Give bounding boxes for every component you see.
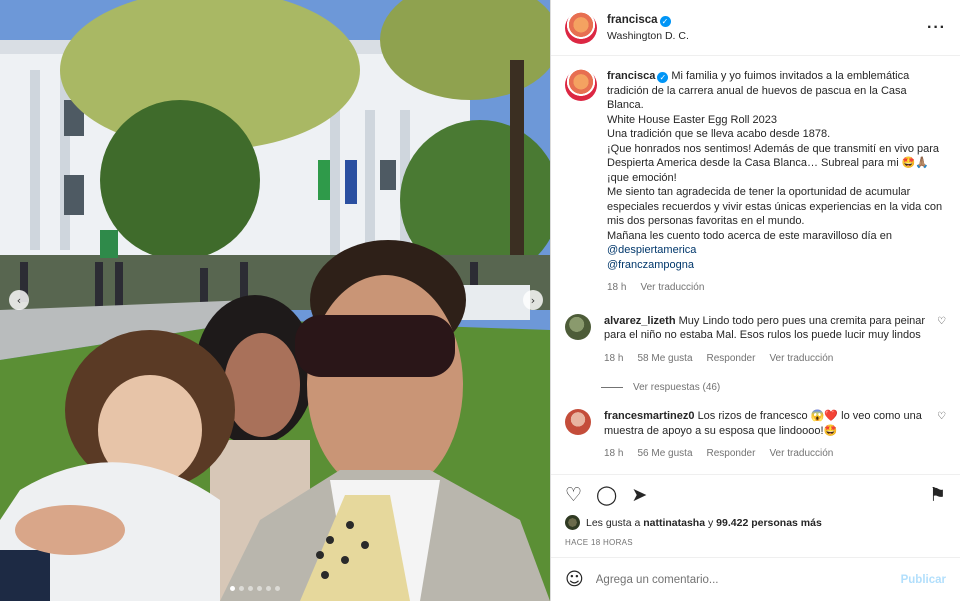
comment-likes[interactable]: 56 Me gusta xyxy=(637,447,692,462)
comment-like-heart-icon[interactable]: ♡ xyxy=(937,316,946,327)
mention-link[interactable]: @franczampogna xyxy=(607,258,946,273)
caption-line: Me siento tan agradecida de tener la opo… xyxy=(607,186,943,227)
post-location[interactable]: Washington D. C. xyxy=(607,30,927,42)
verified-badge-icon: ✓ xyxy=(657,72,669,83)
caption-line: Una tradición que se lleva acabo desde 1… xyxy=(607,128,831,140)
comment-time[interactable]: 18 h xyxy=(604,447,623,462)
post-side-panel: francisca ✓ Washington D. C. ··· francisc… xyxy=(550,0,960,601)
caption-body: francisca ✓ Mi familia y yo fuimos invita… xyxy=(607,69,946,296)
carousel-dot xyxy=(257,586,262,591)
likes-count[interactable]: 99.422 personas más xyxy=(716,517,822,529)
caption-line: ¡Que honrados nos sentimos! Además de qu… xyxy=(607,142,940,184)
caption-line: Mañana les cuento todo acerca de este ma… xyxy=(607,229,892,242)
mention-link[interactable]: @despiertamerica xyxy=(607,243,946,258)
carousel-prev-button[interactable]: ‹ xyxy=(9,290,29,310)
commenter-avatar[interactable] xyxy=(565,313,591,340)
liker-username[interactable]: nattinatasha xyxy=(643,517,705,529)
comment-like-heart-icon[interactable]: ♡ xyxy=(937,411,946,422)
post-timestamp[interactable]: HACE 18 HORAS xyxy=(565,538,946,547)
likes-prefix: Les gusta a xyxy=(586,516,641,529)
carousel-dots xyxy=(230,586,280,591)
carousel-dot xyxy=(239,586,244,591)
carousel-dot xyxy=(275,586,280,591)
comment-item: francesmartinez0 Los rizos de francesco … xyxy=(565,409,946,462)
view-replies-label: Ver respuestas (46) xyxy=(633,382,721,393)
author-username[interactable]: francisca xyxy=(607,14,658,26)
liker-avatar xyxy=(565,515,580,530)
comment-meta: 18 h 58 Me gusta Responder Ver traducció… xyxy=(604,352,929,367)
caption-username[interactable]: francisca xyxy=(607,70,655,82)
caption-line: francisca ✓ Mi familia y yo fuimos invita… xyxy=(607,69,946,113)
post-photo[interactable]: ‹ › xyxy=(0,0,550,601)
author-avatar[interactable] xyxy=(565,11,597,44)
reply-button[interactable]: Responder xyxy=(707,447,756,462)
carousel-dot xyxy=(230,586,235,591)
caption-time[interactable]: 18 h xyxy=(607,281,626,296)
post-header: francisca ✓ Washington D. C. ··· xyxy=(551,0,960,56)
caption: francisca ✓ Mi familia y yo fuimos invita… xyxy=(565,69,946,296)
more-options-icon[interactable]: ··· xyxy=(927,19,946,37)
see-translation-link[interactable]: Ver traducción xyxy=(640,281,704,296)
commenter-avatar[interactable] xyxy=(565,409,591,435)
caption-line: White House Easter Egg Roll 2023 xyxy=(607,113,777,126)
comment-input[interactable] xyxy=(595,573,901,586)
bookmark-icon[interactable]: ⚑ xyxy=(929,485,946,505)
emoji-icon[interactable]: ☺ xyxy=(565,569,584,590)
comment-meta: 18 h 56 Me gusta Responder Ver traducció… xyxy=(604,447,929,462)
comment-time[interactable]: 18 h xyxy=(604,352,623,367)
action-bar: ♡ ◯ ➤ ⚑ xyxy=(565,475,946,515)
comments-section[interactable]: francisca ✓ Mi familia y yo fuimos invita… xyxy=(551,57,960,473)
post-dialog: ‹ › francisca ✓ Washington D. C. ··· fra… xyxy=(0,0,960,601)
comment-icon[interactable]: ◯ xyxy=(596,485,617,505)
see-translation-link[interactable]: Ver traducción xyxy=(769,447,833,462)
share-icon[interactable]: ➤ xyxy=(631,485,647,505)
author-avatar[interactable] xyxy=(565,69,597,101)
view-replies-button[interactable]: Ver respuestas (46) xyxy=(601,382,946,393)
photo-illustration xyxy=(0,0,550,601)
comment-item: alvarez_lizeth Muy Lindo todo pero pues … xyxy=(565,313,946,367)
carousel-dot xyxy=(248,586,253,591)
caption-meta: 18 h Ver traducción xyxy=(607,281,946,296)
verified-badge-icon: ✓ xyxy=(659,15,671,27)
publish-button[interactable]: Publicar xyxy=(901,574,946,586)
heart-icon[interactable]: ♡ xyxy=(565,485,582,505)
likes-conj: y xyxy=(708,516,714,529)
comment-likes[interactable]: 58 Me gusta xyxy=(637,352,692,367)
replies-divider xyxy=(601,387,623,388)
carousel-dot xyxy=(266,586,271,591)
author-info: francisca ✓ Washington D. C. xyxy=(607,14,927,42)
reply-button[interactable]: Responder xyxy=(707,352,756,367)
comment-body: francesmartinez0 Los rizos de francesco … xyxy=(604,409,929,462)
commenter-username[interactable]: francesmartinez0 xyxy=(604,410,695,422)
post-actions: ♡ ◯ ➤ ⚑ Les gusta a nattinatasha y 99.42… xyxy=(551,474,960,547)
comment-body: alvarez_lizeth Muy Lindo todo pero pues … xyxy=(604,314,929,367)
carousel-next-button[interactable]: › xyxy=(523,290,543,310)
likes-summary[interactable]: Les gusta a nattinatasha y 99.422 person… xyxy=(565,515,946,530)
add-comment-bar: ☺ Publicar xyxy=(551,557,960,601)
commenter-username[interactable]: alvarez_lizeth xyxy=(604,315,676,327)
see-translation-link[interactable]: Ver traducción xyxy=(769,352,833,367)
